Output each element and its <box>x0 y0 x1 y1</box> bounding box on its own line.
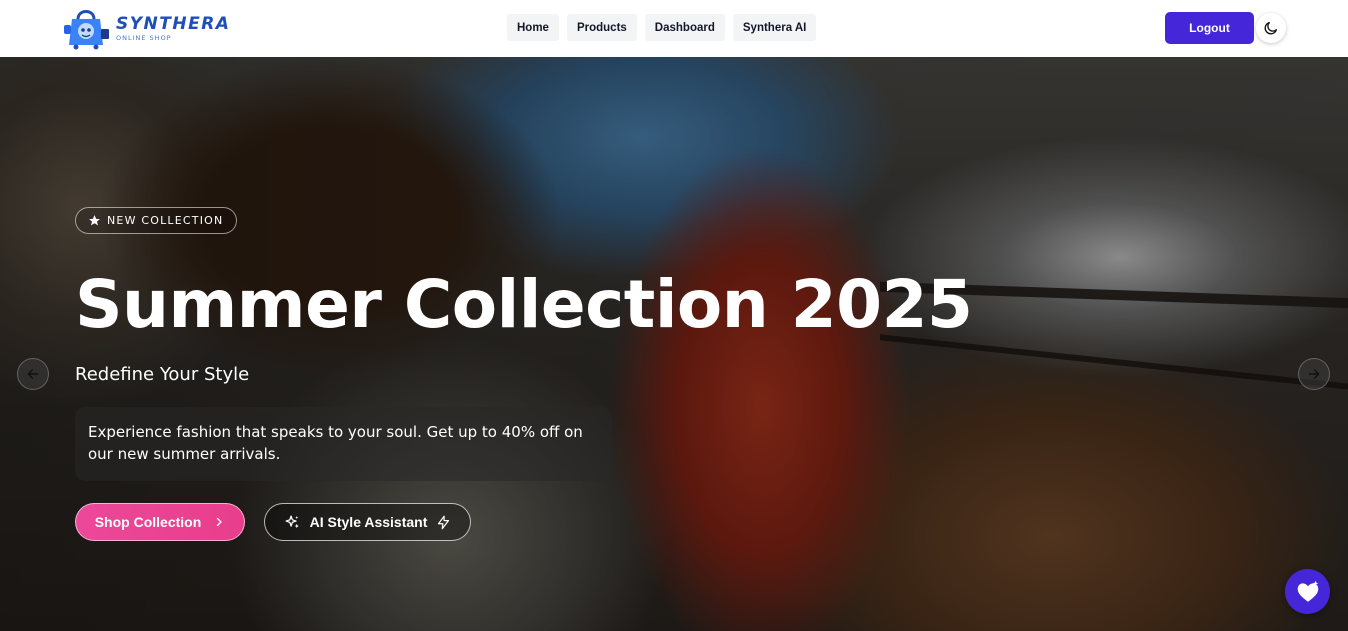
nav-link-home[interactable]: Home <box>507 14 559 41</box>
hero-banner: NEW COLLECTION Summer Collection 2025 Re… <box>0 57 1348 631</box>
nav-links: Home Products Dashboard Synthera AI <box>507 14 817 41</box>
carousel-next-button[interactable] <box>1298 358 1330 390</box>
badge-label: NEW COLLECTION <box>107 214 224 227</box>
hero-subtitle: Redefine Your Style <box>75 364 250 385</box>
logout-button[interactable]: Logout <box>1165 12 1254 44</box>
carousel-prev-button[interactable] <box>17 358 49 390</box>
chat-heart-icon <box>1297 580 1318 602</box>
sparkles-icon <box>285 514 299 528</box>
arrow-left-icon <box>27 369 39 379</box>
shopping-bag-robot-logo-icon <box>62 5 110 51</box>
chat-assistant-button[interactable] <box>1285 569 1330 614</box>
shop-collection-label: Shop Collection <box>94 514 202 530</box>
ai-style-assistant-label: AI Style Assistant <box>309 514 428 530</box>
hero-description: Experience fashion that speaks to your s… <box>88 423 583 463</box>
arrow-right-icon <box>1308 369 1320 379</box>
lightning-icon <box>438 515 450 529</box>
shop-collection-button[interactable]: Shop Collection <box>75 503 245 541</box>
brand-name: SYNTHERA <box>116 13 231 34</box>
moon-icon <box>1264 22 1277 35</box>
theme-toggle-button[interactable] <box>1256 13 1286 43</box>
hero-title: Summer Collection 2025 <box>75 266 973 343</box>
ai-style-assistant-button[interactable]: AI Style Assistant <box>264 503 471 541</box>
hero-description-box: Experience fashion that speaks to your s… <box>75 407 612 481</box>
chevron-right-icon <box>217 517 222 527</box>
star-icon <box>89 215 100 226</box>
brand-logo[interactable]: SYNTHERA ONLINE SHOP <box>62 5 230 51</box>
brand-tagline: ONLINE SHOP <box>116 33 172 42</box>
nav-link-products[interactable]: Products <box>566 14 637 41</box>
new-collection-badge: NEW COLLECTION <box>75 207 238 234</box>
navbar: SYNTHERA ONLINE SHOP Home Products Dashb… <box>0 0 1348 57</box>
nav-link-synthera-ai[interactable]: Synthera AI <box>732 14 817 41</box>
nav-link-dashboard[interactable]: Dashboard <box>644 14 725 41</box>
